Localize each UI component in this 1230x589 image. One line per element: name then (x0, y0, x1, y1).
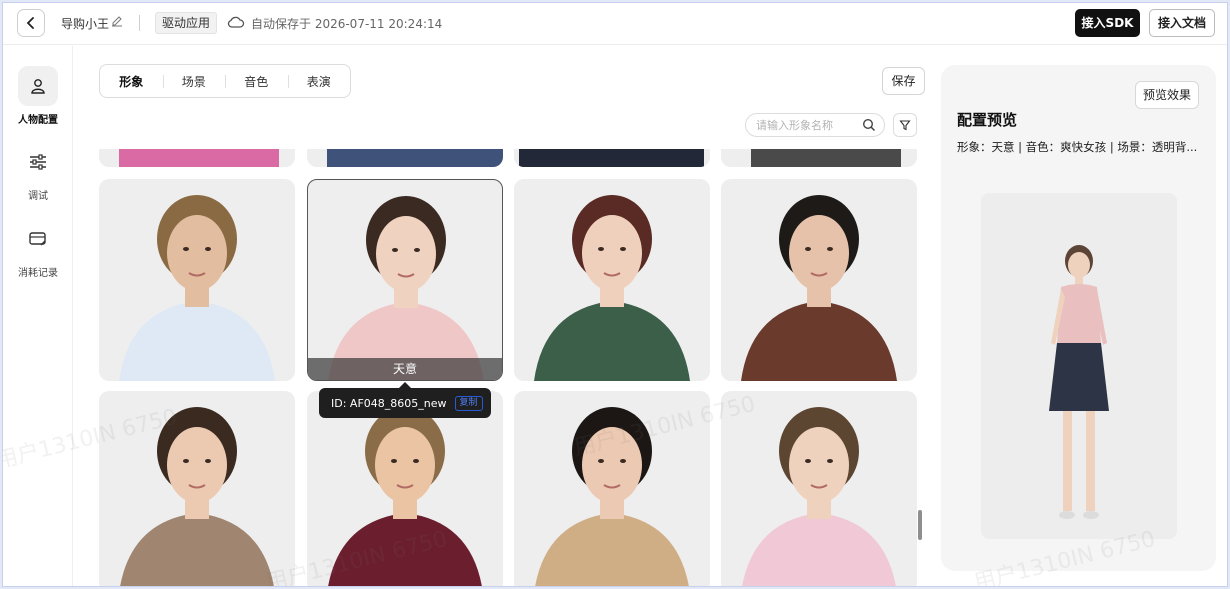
avatar-portrait (120, 407, 274, 586)
filter-button[interactable] (893, 113, 917, 137)
scrollbar-thumb[interactable] (918, 510, 922, 540)
integrate-doc-button[interactable]: 接入文档 (1149, 9, 1215, 37)
tab-scene[interactable]: 场景 (162, 73, 226, 90)
avatar-clothing (519, 149, 704, 167)
search-icon[interactable] (862, 118, 876, 132)
category-tabs: 形象 场景 音色 表演 (99, 64, 351, 98)
sliders-icon (30, 154, 46, 170)
avatar-card[interactable]: 天意 (307, 179, 503, 381)
preview-panel: 预览效果 配置预览 形象：天意 | 音色：爽快女孩 | 场景：透明背... (941, 65, 1216, 571)
avatar-id-text: ID: AF048_8605_new (331, 396, 447, 410)
pencil-icon[interactable] (111, 15, 123, 27)
avatar-card[interactable] (721, 391, 917, 586)
avatar-card-partial[interactable] (307, 149, 503, 167)
preview-summary: 形象：天意 | 音色：爽快女孩 | 场景：透明背... (957, 140, 1198, 154)
app-name: 导购小王 (61, 17, 110, 31)
avatar-portrait (535, 407, 689, 586)
avatar-portrait (328, 196, 484, 380)
sidebar-item-label: 人物配置 (18, 115, 58, 126)
preview-title: 配置预览 (957, 111, 1018, 129)
avatar-card-partial[interactable] (514, 149, 710, 167)
sidebar-item-label: 调试 (28, 191, 48, 202)
left-sidebar: 人物配置 调试 消耗记录 (3, 46, 73, 586)
avatar-card[interactable] (514, 391, 710, 586)
app-frame: 导购小王 驱动应用 自动保存于 2026-07-11 20:24:14 接入SD… (2, 2, 1228, 587)
avatar-portrait (119, 195, 275, 381)
sidebar-item-character-config[interactable]: 人物配置 (3, 66, 73, 126)
back-button[interactable] (17, 9, 45, 37)
preview-avatar-figure (1049, 245, 1109, 519)
avatar-clothing (751, 149, 901, 167)
avatar-portrait (328, 407, 482, 586)
card-icon (29, 232, 46, 246)
person-icon (31, 79, 45, 94)
avatar-portrait (741, 195, 897, 381)
avatar-card[interactable] (307, 391, 503, 586)
avatar-id-tooltip: ID: AF048_8605_new 复制 (319, 382, 491, 418)
avatar-name-label: 天意 (308, 358, 502, 380)
avatar-portrait (534, 195, 690, 381)
preview-effect-button[interactable]: 预览效果 (1135, 81, 1199, 109)
nav-icon-wrap (18, 66, 58, 106)
search-box (745, 113, 885, 137)
top-bar: 导购小王 驱动应用 自动保存于 2026-07-11 20:24:14 接入SD… (3, 3, 1227, 45)
tab-performance[interactable]: 表演 (287, 73, 351, 90)
sidebar-item-debug[interactable]: 调试 (3, 142, 73, 202)
avatar-grid: 天意 (99, 149, 919, 586)
integrate-sdk-button[interactable]: 接入SDK (1075, 9, 1140, 37)
tab-avatar[interactable]: 形象 (100, 73, 163, 90)
cloud-icon (227, 16, 245, 28)
nav-icon-wrap (18, 142, 58, 182)
avatar-clothing (327, 149, 503, 167)
sidebar-item-usage-records[interactable]: 消耗记录 (3, 219, 73, 279)
avatar-card[interactable] (721, 179, 917, 381)
preview-stage (981, 193, 1177, 539)
filter-icon (899, 120, 911, 131)
avatar-card-partial[interactable] (99, 149, 295, 167)
sidebar-item-label: 消耗记录 (18, 268, 58, 279)
chevron-left-icon (26, 17, 34, 29)
search-input[interactable] (746, 114, 856, 136)
copy-button[interactable]: 复制 (454, 395, 483, 411)
avatar-card[interactable] (99, 179, 295, 381)
divider (139, 15, 140, 31)
nav-icon-wrap (18, 219, 58, 259)
drive-app-tag: 驱动应用 (155, 12, 218, 34)
save-button[interactable]: 保存 (882, 67, 925, 95)
avatar-card[interactable] (99, 391, 295, 586)
autosave-status: 自动保存于 2026-07-11 20:24:14 (251, 17, 443, 31)
avatar-card-partial[interactable] (721, 149, 917, 167)
avatar-clothing (119, 149, 279, 167)
avatar-card[interactable] (514, 179, 710, 381)
avatar-portrait (742, 407, 896, 586)
tab-voice[interactable]: 音色 (225, 73, 288, 90)
